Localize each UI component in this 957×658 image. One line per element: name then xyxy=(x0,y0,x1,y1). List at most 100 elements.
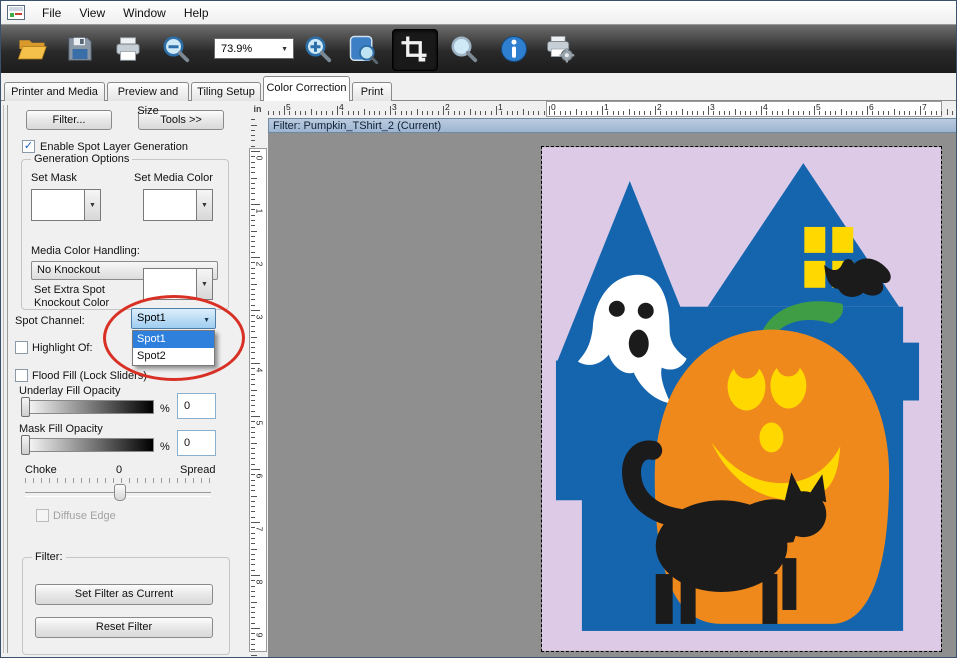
choke-slider-thumb[interactable] xyxy=(114,484,126,501)
zoom-in-icon[interactable] xyxy=(303,34,333,64)
mask-slider-thumb[interactable] xyxy=(21,435,30,455)
ruler-tick xyxy=(251,379,255,380)
ruler-tick xyxy=(671,111,672,115)
ruler-tick xyxy=(947,109,948,115)
ruler-tick xyxy=(411,111,412,115)
ruler-tick xyxy=(586,111,587,115)
spot-channel-dropdown[interactable]: Spot1 ▼ xyxy=(131,308,216,329)
open-folder-icon[interactable] xyxy=(17,34,47,64)
ruler-tick xyxy=(719,111,720,115)
ruler-major-tick xyxy=(496,106,497,115)
ruler-number: 0 xyxy=(254,156,264,161)
save-icon[interactable] xyxy=(65,34,95,64)
underlay-slider-thumb[interactable] xyxy=(21,397,30,417)
tab-color-correction[interactable]: Color Correction xyxy=(263,76,350,101)
ruler-tick xyxy=(326,111,327,115)
ruler-tick xyxy=(251,496,257,497)
underlay-opacity-slider[interactable] xyxy=(23,400,154,414)
ruler-tick xyxy=(251,559,255,560)
ruler-tick xyxy=(251,464,255,465)
mask-opacity-slider[interactable] xyxy=(23,438,154,452)
extra-spot-color-combo[interactable]: ▼ xyxy=(143,268,213,300)
ruler-tick xyxy=(639,111,640,115)
ruler-tick xyxy=(618,111,619,115)
spot-channel-option-spot2[interactable]: Spot2 xyxy=(133,348,214,365)
extra-spot-color-swatch[interactable] xyxy=(143,268,197,300)
ruler-tick xyxy=(251,596,255,597)
ruler-tick xyxy=(851,111,852,115)
ruler-tick xyxy=(279,111,280,115)
ruler-number: 3 xyxy=(710,102,715,112)
ruler-major-tick xyxy=(867,106,868,115)
enable-spot-checkbox[interactable]: ✓ xyxy=(22,140,35,153)
chevron-down-icon: ▼ xyxy=(203,311,210,330)
chevron-down-icon[interactable]: ▼ xyxy=(197,189,213,221)
filter-group xyxy=(22,557,230,655)
panel-splitter[interactable] xyxy=(3,105,8,653)
tab-print[interactable]: Print xyxy=(352,82,392,101)
reset-filter-button[interactable]: Reset Filter xyxy=(35,617,213,638)
ruler-tick xyxy=(507,111,508,115)
set-mask-color-combo[interactable]: ▼ xyxy=(31,189,101,221)
ruler-tick xyxy=(251,384,255,385)
ruler-tick xyxy=(894,109,895,115)
tab-preview-and-size[interactable]: Preview and Size xyxy=(107,82,189,101)
zoom-level-combo[interactable]: 73.9% ▼ xyxy=(214,38,294,59)
media-color-swatch[interactable] xyxy=(143,189,197,221)
ruler-tick xyxy=(251,623,255,624)
ruler-tick xyxy=(251,453,255,454)
ruler-tick xyxy=(793,111,794,115)
menu-help[interactable]: Help xyxy=(175,4,218,22)
ruler-tick xyxy=(703,111,704,115)
ruler-tick xyxy=(273,111,274,115)
flood-fill-checkbox[interactable] xyxy=(15,369,28,382)
chevron-down-icon[interactable]: ▼ xyxy=(197,268,213,300)
ruler-major-tick xyxy=(284,106,285,115)
choke-label: Choke xyxy=(25,464,57,476)
mask-opacity-input[interactable] xyxy=(177,430,216,456)
ruler-tick xyxy=(251,543,255,544)
tab-printer-and-media[interactable]: Printer and Media xyxy=(4,82,105,101)
set-mask-label: Set Mask xyxy=(31,172,77,184)
ruler-tick xyxy=(809,111,810,115)
print-icon[interactable] xyxy=(113,34,143,64)
ruler-tick xyxy=(251,554,255,555)
spot-channel-option-spot1[interactable]: Spot1 xyxy=(133,331,214,348)
filter-button[interactable]: Filter... xyxy=(26,110,112,130)
set-media-color-label: Set Media Color xyxy=(134,172,213,184)
set-filter-as-current-button[interactable]: Set Filter as Current xyxy=(35,584,213,605)
zoom-out-icon[interactable] xyxy=(161,34,191,64)
tab-tiling-setup[interactable]: Tiling Setup xyxy=(191,82,261,101)
ruler-major-tick xyxy=(443,106,444,115)
ruler-number: 3 xyxy=(254,315,264,320)
zoom-level-value: 73.9% xyxy=(221,43,252,55)
ruler-tick xyxy=(427,111,428,115)
ruler-tick xyxy=(251,437,255,438)
ruler-tick xyxy=(251,246,255,247)
diffuse-edge-checkbox xyxy=(36,509,49,522)
highlight-of-checkbox[interactable] xyxy=(15,341,28,354)
chevron-down-icon[interactable]: ▼ xyxy=(85,189,101,221)
ruler-tick xyxy=(485,111,486,115)
search-icon[interactable] xyxy=(449,34,479,64)
image-canvas[interactable] xyxy=(541,146,942,652)
menu-view[interactable]: View xyxy=(70,4,114,22)
ruler-tick xyxy=(464,111,465,115)
ruler-tick xyxy=(251,506,255,507)
set-media-color-combo[interactable]: ▼ xyxy=(143,189,213,221)
ruler-tick xyxy=(251,612,255,613)
ruler-major-tick xyxy=(251,151,260,152)
fit-view-icon[interactable] xyxy=(348,34,378,64)
underlay-opacity-input[interactable] xyxy=(177,393,216,419)
ruler-tick xyxy=(251,337,257,338)
menu-file[interactable]: File xyxy=(33,4,70,22)
ruler-tick xyxy=(251,331,255,332)
print-setup-icon[interactable] xyxy=(545,34,575,64)
ruler-tick xyxy=(952,111,953,115)
ruler-tick xyxy=(597,111,598,115)
info-icon[interactable] xyxy=(499,34,529,64)
ruler-tick xyxy=(251,119,255,120)
mask-color-swatch[interactable] xyxy=(31,189,85,221)
menu-window[interactable]: Window xyxy=(114,4,175,22)
ruler-tick xyxy=(251,607,255,608)
